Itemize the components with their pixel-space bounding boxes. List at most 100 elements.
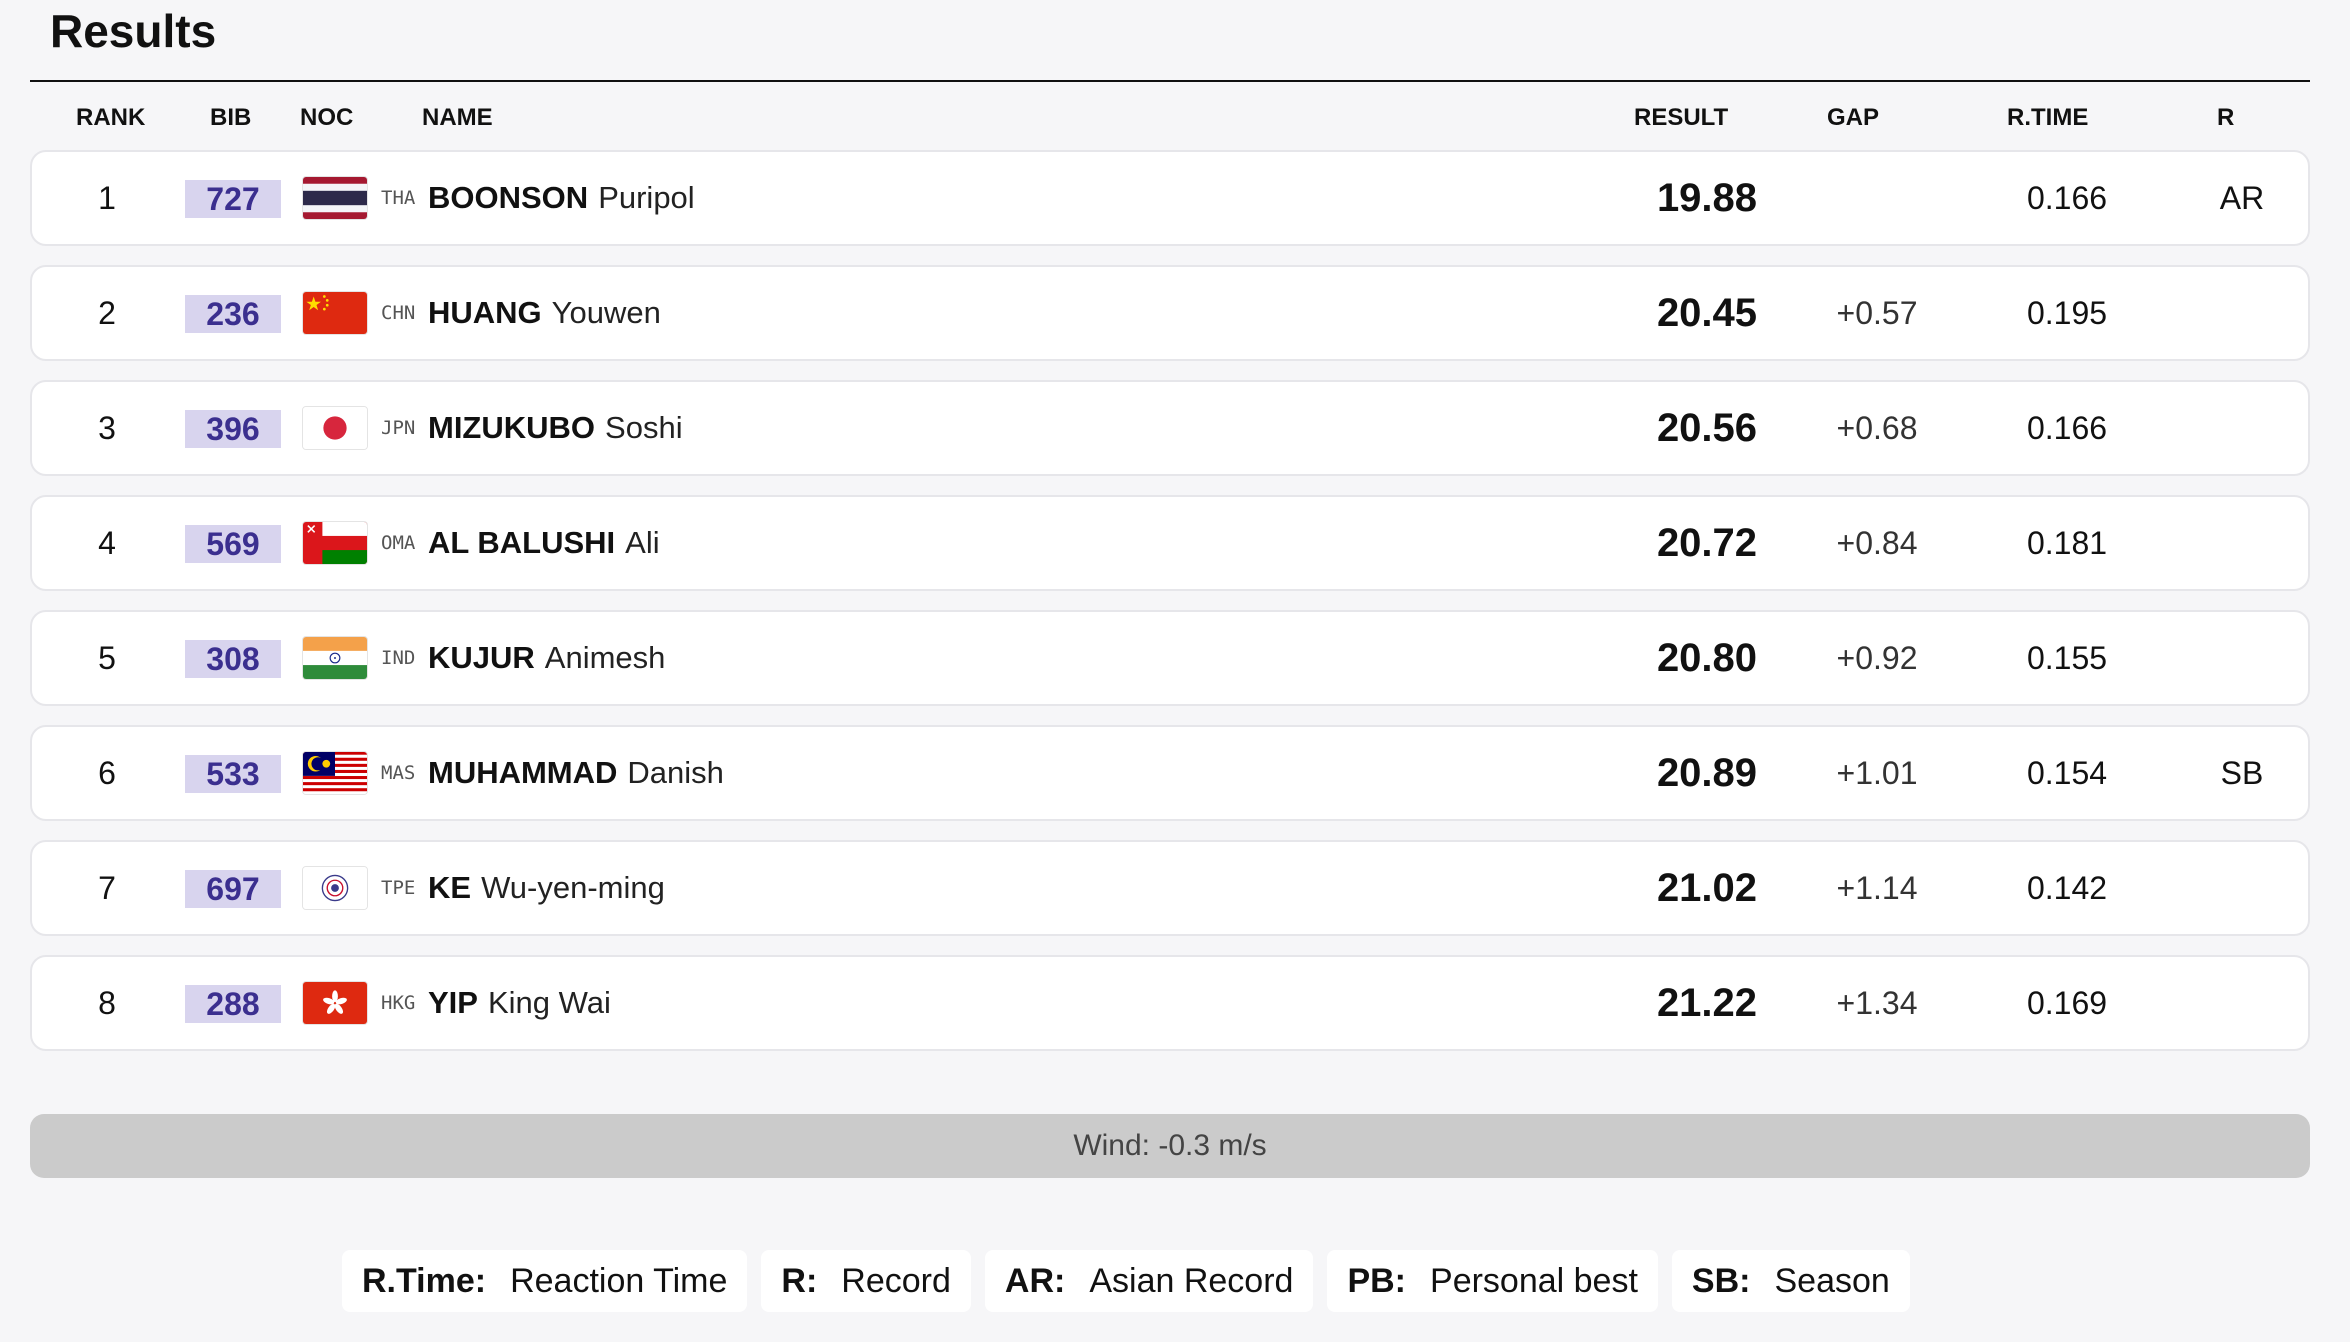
first-name: King Wai xyxy=(487,985,611,1020)
noc-code: MAS xyxy=(381,762,416,784)
bib-badge: 533 xyxy=(185,755,281,793)
col-gap: GAP xyxy=(1827,104,1880,131)
bib-badge: 727 xyxy=(185,180,281,218)
first-name: Animesh xyxy=(544,640,666,675)
col-name: NAME xyxy=(422,104,493,131)
rank: 1 xyxy=(98,179,116,216)
last-name: HUANG xyxy=(428,295,542,330)
bib-badge: 569 xyxy=(185,525,281,563)
gap: +0.92 xyxy=(1836,639,1918,676)
japan-flag-icon xyxy=(302,406,368,450)
record-badge xyxy=(2152,497,2332,589)
page-title: Results xyxy=(50,5,217,57)
first-name: Danish xyxy=(627,755,724,790)
bib-badge: 396 xyxy=(185,410,281,448)
last-name: BOONSON xyxy=(428,180,589,215)
table-row[interactable]: 3 396 JPN MIZUKUBO Soshi 20.56 +0.68 0.16… xyxy=(30,380,2310,476)
col-bib: BIB xyxy=(210,104,252,131)
first-name: Wu-yen-ming xyxy=(481,870,665,905)
col-noc: NOC xyxy=(300,104,354,131)
record-badge xyxy=(2152,842,2332,934)
table-row[interactable]: 6 533 MAS MUHAMMAD Danish 20.89 +1.01 0.1… xyxy=(30,725,2310,821)
oman-flag-icon xyxy=(302,521,368,565)
legend-item-record: R: Record xyxy=(761,1250,971,1312)
last-name: YIP xyxy=(428,985,478,1020)
bib-badge: 236 xyxy=(185,295,281,333)
malaysia-flag-icon xyxy=(302,751,368,795)
hong-kong-flag-icon xyxy=(302,981,368,1025)
reaction-time: 0.142 xyxy=(2026,869,2108,906)
athlete-name[interactable]: HUANG Youwen xyxy=(428,267,661,359)
table-header: RANK BIB NOC NAME RESULT GAP R.TIME R xyxy=(30,96,2310,140)
table-row[interactable]: 7 697 TPE KE Wu-yen-ming 21.02 +1.14 0.14… xyxy=(30,840,2310,936)
col-result: RESULT xyxy=(1634,104,1729,131)
reaction-time: 0.155 xyxy=(2026,639,2108,676)
athlete-name[interactable]: AL BALUSHI Ali xyxy=(428,497,660,589)
reaction-time: 0.169 xyxy=(2026,984,2108,1021)
noc-code: CHN xyxy=(381,302,416,324)
athlete-name[interactable]: MIZUKUBO Soshi xyxy=(428,382,683,474)
legend-item-personal-best: PB: Personal best xyxy=(1327,1250,1658,1312)
noc-code: TPE xyxy=(381,877,416,899)
chinese-taipei-flag-icon xyxy=(302,866,368,910)
table-row[interactable]: 8 288 HKG YIP King Wai 21.22 +1.34 0.169 xyxy=(30,955,2310,1051)
table-row[interactable]: 2 236 CHN HUANG Youwen 20.45 +0.57 0.195 xyxy=(30,265,2310,361)
reaction-time: 0.166 xyxy=(2026,409,2108,446)
gap: +1.14 xyxy=(1836,869,1918,906)
col-rank: RANK xyxy=(76,104,146,131)
table-row[interactable]: 4 569 OMA AL BALUSHI Ali 20.72 +0.84 0.18… xyxy=(30,495,2310,591)
noc-code: IND xyxy=(381,647,416,669)
record-badge: SB xyxy=(2220,754,2264,791)
legend: R.Time: Reaction Time R: Record AR: Asian R… xyxy=(342,1250,1924,1312)
col-rtime: R.TIME xyxy=(2007,104,2089,131)
reaction-time: 0.181 xyxy=(2026,524,2108,561)
record-badge xyxy=(2152,382,2332,474)
gap: +0.57 xyxy=(1836,294,1918,331)
noc-code: OMA xyxy=(381,532,416,554)
noc-code: JPN xyxy=(381,417,416,439)
athlete-name[interactable]: YIP King Wai xyxy=(428,957,611,1049)
reaction-time: 0.195 xyxy=(2026,294,2108,331)
table-row[interactable]: 5 308 IND KUJUR Animesh 20.80 +0.92 0.155 xyxy=(30,610,2310,706)
last-name: MIZUKUBO xyxy=(428,410,596,445)
gap: +1.34 xyxy=(1836,984,1918,1021)
record-badge xyxy=(2152,612,2332,704)
athlete-name[interactable]: BOONSON Puripol xyxy=(428,152,695,244)
record-badge xyxy=(2152,957,2332,1049)
wind-info-bar: Wind: -0.3 m/s xyxy=(30,1114,2310,1178)
india-flag-icon xyxy=(302,636,368,680)
noc-code: THA xyxy=(381,187,416,209)
rank: 4 xyxy=(98,524,116,561)
rank: 2 xyxy=(98,294,116,331)
rank: 3 xyxy=(98,409,116,446)
athlete-name[interactable]: MUHAMMAD Danish xyxy=(428,727,724,819)
athlete-name[interactable]: KUJUR Animesh xyxy=(428,612,665,704)
legend-item-rtime: R.Time: Reaction Time xyxy=(342,1250,748,1312)
legend-item-asian-record: AR: Asian Record xyxy=(984,1250,1314,1312)
bib-badge: 288 xyxy=(185,985,281,1023)
bib-badge: 308 xyxy=(185,640,281,678)
table-row[interactable]: 1 727 THA BOONSON Puripol 19.88 0.166 AR xyxy=(30,150,2310,246)
rank: 5 xyxy=(98,639,116,676)
rank: 7 xyxy=(98,869,116,906)
col-record: R xyxy=(2217,104,2235,131)
legend-scroll-fade xyxy=(1940,1245,2350,1325)
thailand-flag-icon xyxy=(302,176,368,220)
first-name: Puripol xyxy=(598,180,695,215)
gap xyxy=(1777,152,1977,244)
reaction-time: 0.166 xyxy=(2026,179,2108,216)
athlete-name[interactable]: KE Wu-yen-ming xyxy=(428,842,665,934)
first-name: Youwen xyxy=(551,295,661,330)
gap: +0.68 xyxy=(1836,409,1918,446)
rank: 8 xyxy=(98,984,116,1021)
china-flag-icon xyxy=(302,291,368,335)
last-name: KUJUR xyxy=(428,640,535,675)
legend-item-season-best: SB: Season xyxy=(1671,1250,1910,1312)
record-badge xyxy=(2152,267,2332,359)
reaction-time: 0.154 xyxy=(2026,754,2108,791)
rank: 6 xyxy=(98,754,116,791)
gap: +1.01 xyxy=(1836,754,1918,791)
last-name: MUHAMMAD xyxy=(428,755,618,790)
first-name: Soshi xyxy=(605,410,683,445)
title-divider xyxy=(30,80,2310,82)
